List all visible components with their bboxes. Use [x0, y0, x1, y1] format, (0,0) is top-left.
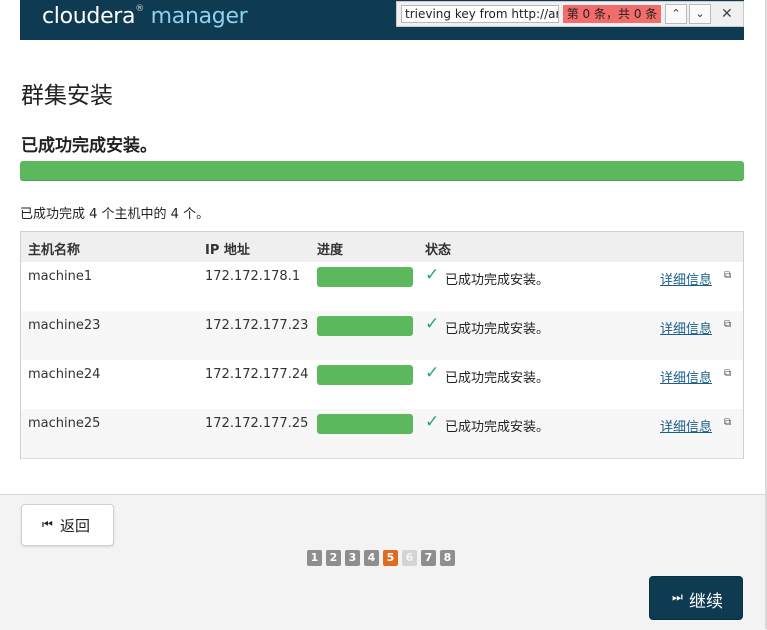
external-link-icon[interactable]: ⧉: [724, 319, 731, 330]
details-link[interactable]: 详细信息: [660, 269, 712, 288]
host-status: 已成功完成安装。: [445, 371, 550, 386]
host-name: machine24: [28, 367, 101, 382]
step-7[interactable]: 7: [421, 550, 436, 566]
overall-progress-bar: [20, 161, 744, 181]
host-ip: 172.172.177.25: [205, 416, 309, 431]
wizard-footer: ⏮ 返回 1 2 3 4 5 6 7 8 ⏭ 继续: [0, 494, 767, 630]
hosts-table: 主机名称 IP 地址 进度 状态 machine1 172.172.178.1 …: [20, 231, 744, 459]
header-host: 主机名称: [28, 243, 81, 258]
find-match-count: 第 0 条，共 0 条: [563, 5, 661, 23]
logo-sub: manager: [143, 4, 248, 29]
host-name: machine23: [28, 318, 101, 333]
step-6: 6: [402, 550, 417, 566]
check-icon: ✓: [425, 412, 440, 432]
host-progress-bar: [317, 365, 413, 385]
header-status: 状态: [425, 243, 452, 258]
details-link[interactable]: 详细信息: [660, 416, 712, 435]
check-icon: ✓: [425, 314, 440, 334]
step-1[interactable]: 1: [307, 550, 322, 566]
host-progress-bar: [317, 316, 413, 336]
cloudera-manager-logo[interactable]: cloudera® manager: [42, 4, 248, 29]
header-ip: IP 地址: [205, 243, 250, 258]
back-button[interactable]: ⏮ 返回: [21, 504, 114, 546]
step-8[interactable]: 8: [440, 550, 455, 566]
details-link[interactable]: 详细信息: [660, 318, 712, 337]
external-link-icon[interactable]: ⧉: [724, 417, 731, 428]
step-2[interactable]: 2: [326, 550, 341, 566]
step-4[interactable]: 4: [364, 550, 379, 566]
back-label: 返回: [60, 517, 91, 535]
skip-forward-icon: ⏭: [672, 590, 683, 604]
header-progress: 进度: [317, 243, 344, 258]
host-name: machine25: [28, 416, 101, 431]
external-link-icon[interactable]: ⧉: [724, 368, 731, 379]
logo-registered-mark: ®: [135, 4, 144, 14]
host-progress-bar: [317, 414, 413, 434]
chevron-down-icon[interactable]: ⌄: [689, 4, 711, 24]
find-input[interactable]: trieving key from http://arc: [401, 5, 559, 23]
host-name: machine1: [28, 269, 93, 284]
host-ip: 172.172.177.24: [205, 367, 309, 382]
host-status: 已成功完成安装。: [445, 322, 550, 337]
success-heading: 已成功完成安装。: [21, 136, 157, 156]
chevron-up-icon[interactable]: ⌃: [665, 4, 687, 24]
table-header: 主机名称 IP 地址 进度 状态: [21, 232, 743, 263]
skip-back-icon: ⏮: [42, 517, 53, 531]
logo-main: cloudera: [42, 4, 136, 29]
check-icon: ✓: [425, 363, 440, 383]
table-row: machine23 172.172.177.23 ✓ 已成功完成安装。 详细信息…: [21, 311, 743, 361]
details-link[interactable]: 详细信息: [660, 367, 712, 386]
table-row: machine25 172.172.177.25 ✓ 已成功完成安装。 详细信息…: [21, 409, 743, 459]
install-summary: 已成功完成 4 个主机中的 4 个。: [20, 207, 210, 222]
external-link-icon[interactable]: ⧉: [724, 270, 731, 281]
host-ip: 172.172.178.1: [205, 269, 301, 284]
host-ip: 172.172.177.23: [205, 318, 309, 333]
host-status: 已成功完成安装。: [445, 420, 550, 435]
table-row: machine1 172.172.178.1 ✓ 已成功完成安装。 详细信息 ⧉: [21, 262, 743, 312]
host-progress-bar: [317, 267, 413, 287]
continue-button[interactable]: ⏭ 继续: [649, 576, 743, 620]
step-3[interactable]: 3: [345, 550, 360, 566]
close-icon[interactable]: ✕: [721, 6, 733, 22]
step-5-current[interactable]: 5: [383, 550, 398, 566]
page-title: 群集安装: [21, 83, 113, 109]
check-icon: ✓: [425, 265, 440, 285]
continue-label: 继续: [689, 592, 723, 612]
table-row: machine24 172.172.177.24 ✓ 已成功完成安装。 详细信息…: [21, 360, 743, 410]
find-bar: trieving key from http://arc 第 0 条，共 0 条…: [396, 1, 744, 27]
host-status: 已成功完成安装。: [445, 273, 550, 288]
